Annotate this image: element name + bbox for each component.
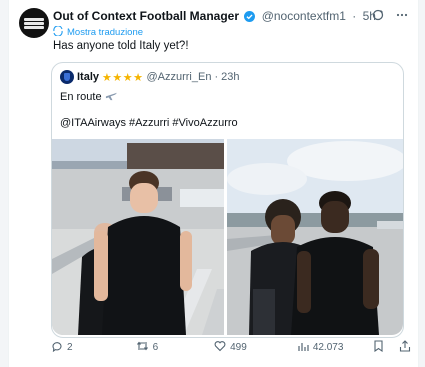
heart-icon: [214, 340, 226, 355]
tweet-card[interactable]: Out of Context Football Manager @noconte…: [8, 0, 419, 367]
grok-icon[interactable]: [372, 8, 384, 26]
share-button[interactable]: [399, 340, 411, 355]
tweet-header: Out of Context Football Manager @noconte…: [53, 8, 376, 26]
quoted-tweet[interactable]: Italy ★★★★ @Azzurri_En · 23h En route @I…: [51, 62, 404, 338]
reply-button[interactable]: 2: [51, 340, 73, 355]
share-icon: [399, 340, 411, 355]
reply-count: 2: [67, 342, 73, 353]
bookmark-button[interactable]: [373, 340, 384, 355]
author-name[interactable]: Out of Context Football Manager: [53, 9, 239, 23]
retweet-button[interactable]: 6: [136, 340, 159, 355]
views-count: 42.073: [312, 342, 344, 353]
quoted-avatar[interactable]: [60, 70, 74, 84]
photo-right[interactable]: [227, 139, 403, 335]
tweet-text: Has anyone told Italy yet?!: [53, 40, 189, 52]
quoted-handle: @Azzurri_En: [146, 71, 212, 83]
quoted-line1: En route: [60, 91, 102, 103]
reply-icon: [51, 340, 63, 355]
views-icon: [297, 340, 309, 355]
rating-stars: ★★★★: [102, 71, 144, 84]
like-count: 499: [230, 342, 247, 353]
airplane-icon: [105, 89, 118, 105]
bookmark-icon: [373, 340, 384, 355]
quoted-line2: @ITAAirways #Azzurri #VivoAzzurro: [60, 117, 238, 129]
views-button[interactable]: 42.073: [297, 340, 344, 355]
retweet-count: 6: [152, 342, 159, 353]
photo-left[interactable]: [52, 139, 224, 335]
author-avatar[interactable]: [19, 8, 49, 38]
quoted-author-name: Italy: [77, 71, 100, 83]
like-button[interactable]: 499: [214, 340, 247, 355]
retweet-icon: [136, 340, 149, 355]
translate-icon: [53, 25, 63, 39]
verified-badge-icon: [244, 10, 256, 26]
action-bar: 2 6 499 42.073: [49, 340, 411, 355]
author-handle[interactable]: @nocontextfm1: [262, 9, 346, 23]
translate-label: Mostra traduzione: [67, 27, 144, 38]
quoted-time: 23h: [221, 71, 240, 83]
more-options-icon[interactable]: [396, 8, 408, 26]
translate-link[interactable]: Mostra traduzione: [53, 25, 144, 39]
